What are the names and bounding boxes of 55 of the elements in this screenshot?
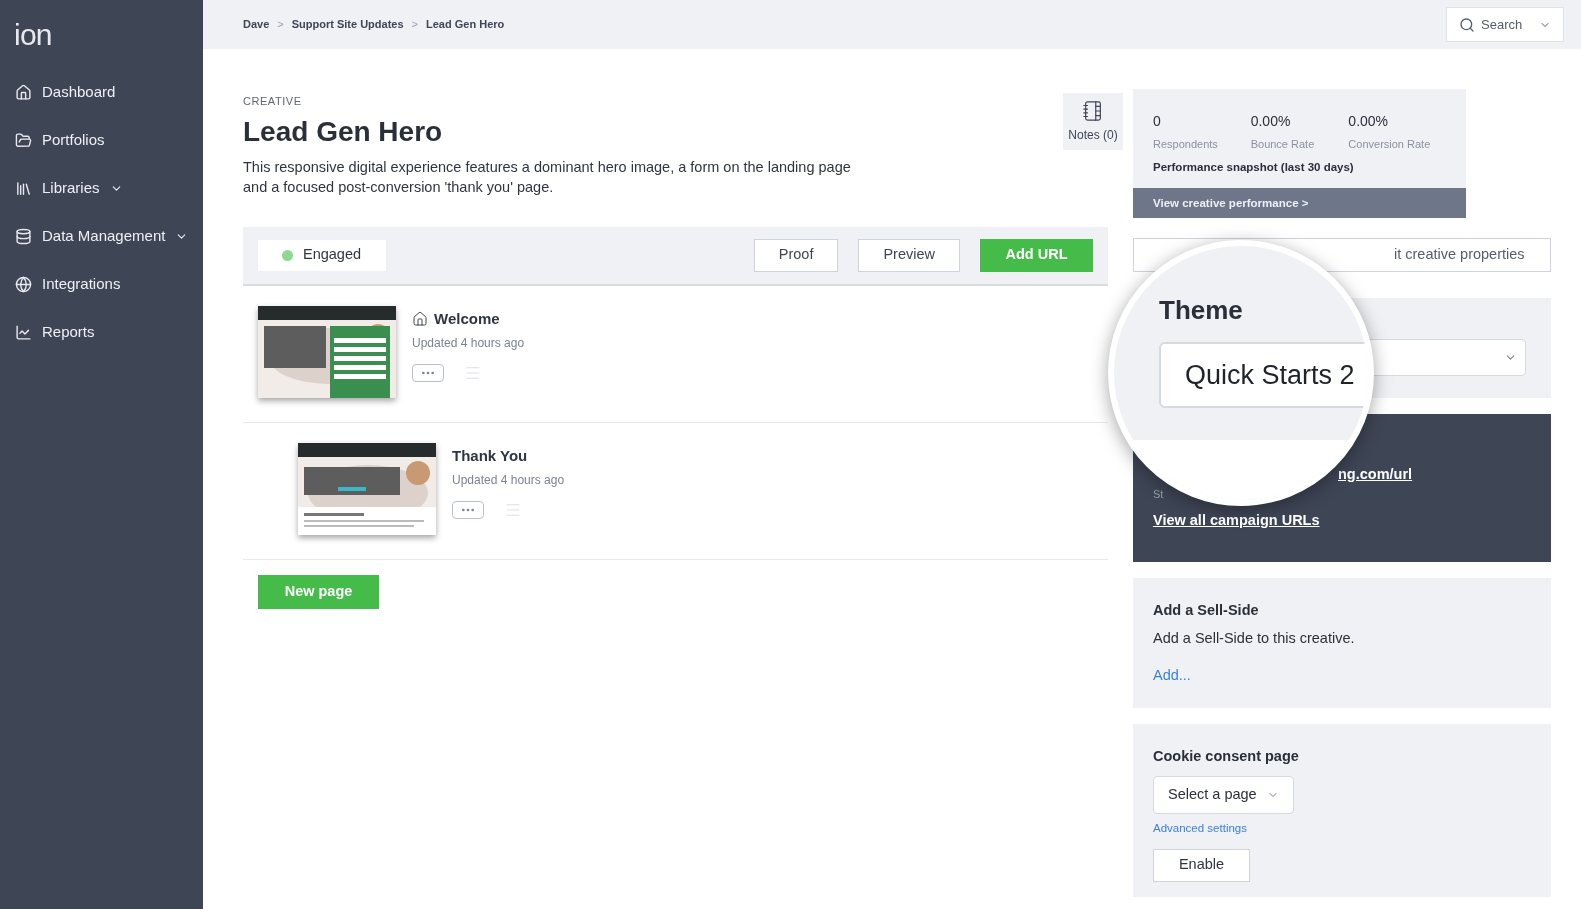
page-title[interactable]: Thank You xyxy=(452,444,528,467)
performance-caption: Performance snapshot (last 30 days) xyxy=(1152,159,1355,175)
toolbar-button[interactable]: Proof xyxy=(753,238,839,272)
stat-value: 0.00% xyxy=(1250,112,1292,131)
sidebar-item[interactable]: Integrations xyxy=(15,272,203,297)
breadcrumb-link[interactable]: Dave xyxy=(243,16,270,33)
breadcrumb-separator: > xyxy=(411,17,418,33)
sidebar-item[interactable]: Reports xyxy=(15,320,203,345)
panel-title: Add a Sell-Side xyxy=(1153,600,1260,620)
eyebrow-label: CREATIVE xyxy=(243,94,303,109)
notebook-icon xyxy=(1082,99,1104,122)
panel-text: Add a Sell-Side to this creative. xyxy=(1153,628,1356,648)
page-select[interactable]: Select a page xyxy=(1153,775,1294,814)
search-button[interactable]: Search xyxy=(1446,7,1564,42)
url-caption: St xyxy=(1153,486,1165,502)
panel-title: Cookie consent page xyxy=(1153,746,1299,766)
stat-value: 0 xyxy=(1153,112,1162,131)
status-label: Engaged xyxy=(303,245,362,265)
performance-link[interactable]: View creative performance > xyxy=(1133,187,1466,218)
sidebar-item[interactable]: Data Management xyxy=(15,224,203,249)
theme-select-magnified[interactable]: Quick Starts 2 xyxy=(1159,342,1368,408)
nav-icon xyxy=(15,228,32,245)
view-all-urls-link[interactable]: View all campaign URLs xyxy=(1153,510,1531,532)
drag-handle-icon[interactable] xyxy=(504,501,522,519)
search-icon xyxy=(1459,16,1475,33)
nav-icon xyxy=(15,84,32,101)
more-button[interactable] xyxy=(452,501,484,519)
drag-handle-icon[interactable] xyxy=(464,364,482,382)
theme-label: Theme xyxy=(1159,294,1244,327)
toolbar-button[interactable]: Preview xyxy=(858,238,960,272)
stat-label: Bounce Rate xyxy=(1250,137,1316,152)
logo[interactable]: ion xyxy=(0,20,203,50)
creative-title: Lead Gen Hero xyxy=(243,114,444,149)
page-title[interactable]: Welcome xyxy=(434,307,500,330)
add-link[interactable]: Add... xyxy=(1153,665,1191,687)
nav-icon xyxy=(15,180,32,197)
sidebar-item[interactable]: Portfolios xyxy=(15,128,203,153)
advanced-settings-link[interactable]: Advanced settings xyxy=(1153,819,1247,837)
creative-description: This responsive digital experience features a dominant hero image, a form on the landing page and a focused post-conversion 'thank you' page. xyxy=(243,157,852,197)
stat-value: 0.00% xyxy=(1348,112,1390,131)
nav-icon xyxy=(15,324,32,341)
notes-button[interactable]: Notes (0) xyxy=(1063,93,1123,150)
updated-time: Updated 4 hours ago xyxy=(452,472,565,489)
breadcrumb-link[interactable]: Lead Gen Hero xyxy=(426,16,505,33)
sidebar-item[interactable]: Libraries xyxy=(15,176,203,201)
stat-label: Conversion Rate xyxy=(1348,137,1432,152)
breadcrumb-separator: > xyxy=(277,17,284,33)
nav-icon xyxy=(15,276,32,293)
stat-label: Respondents xyxy=(1153,137,1219,152)
nav-icon xyxy=(15,132,32,149)
sidebar-item[interactable]: Dashboard xyxy=(15,80,203,105)
updated-time: Updated 4 hours ago xyxy=(412,335,525,352)
more-button[interactable] xyxy=(412,364,444,382)
breadcrumb-link[interactable]: Support Site Updates xyxy=(291,16,404,33)
enable-button[interactable]: Enable xyxy=(1153,848,1250,882)
